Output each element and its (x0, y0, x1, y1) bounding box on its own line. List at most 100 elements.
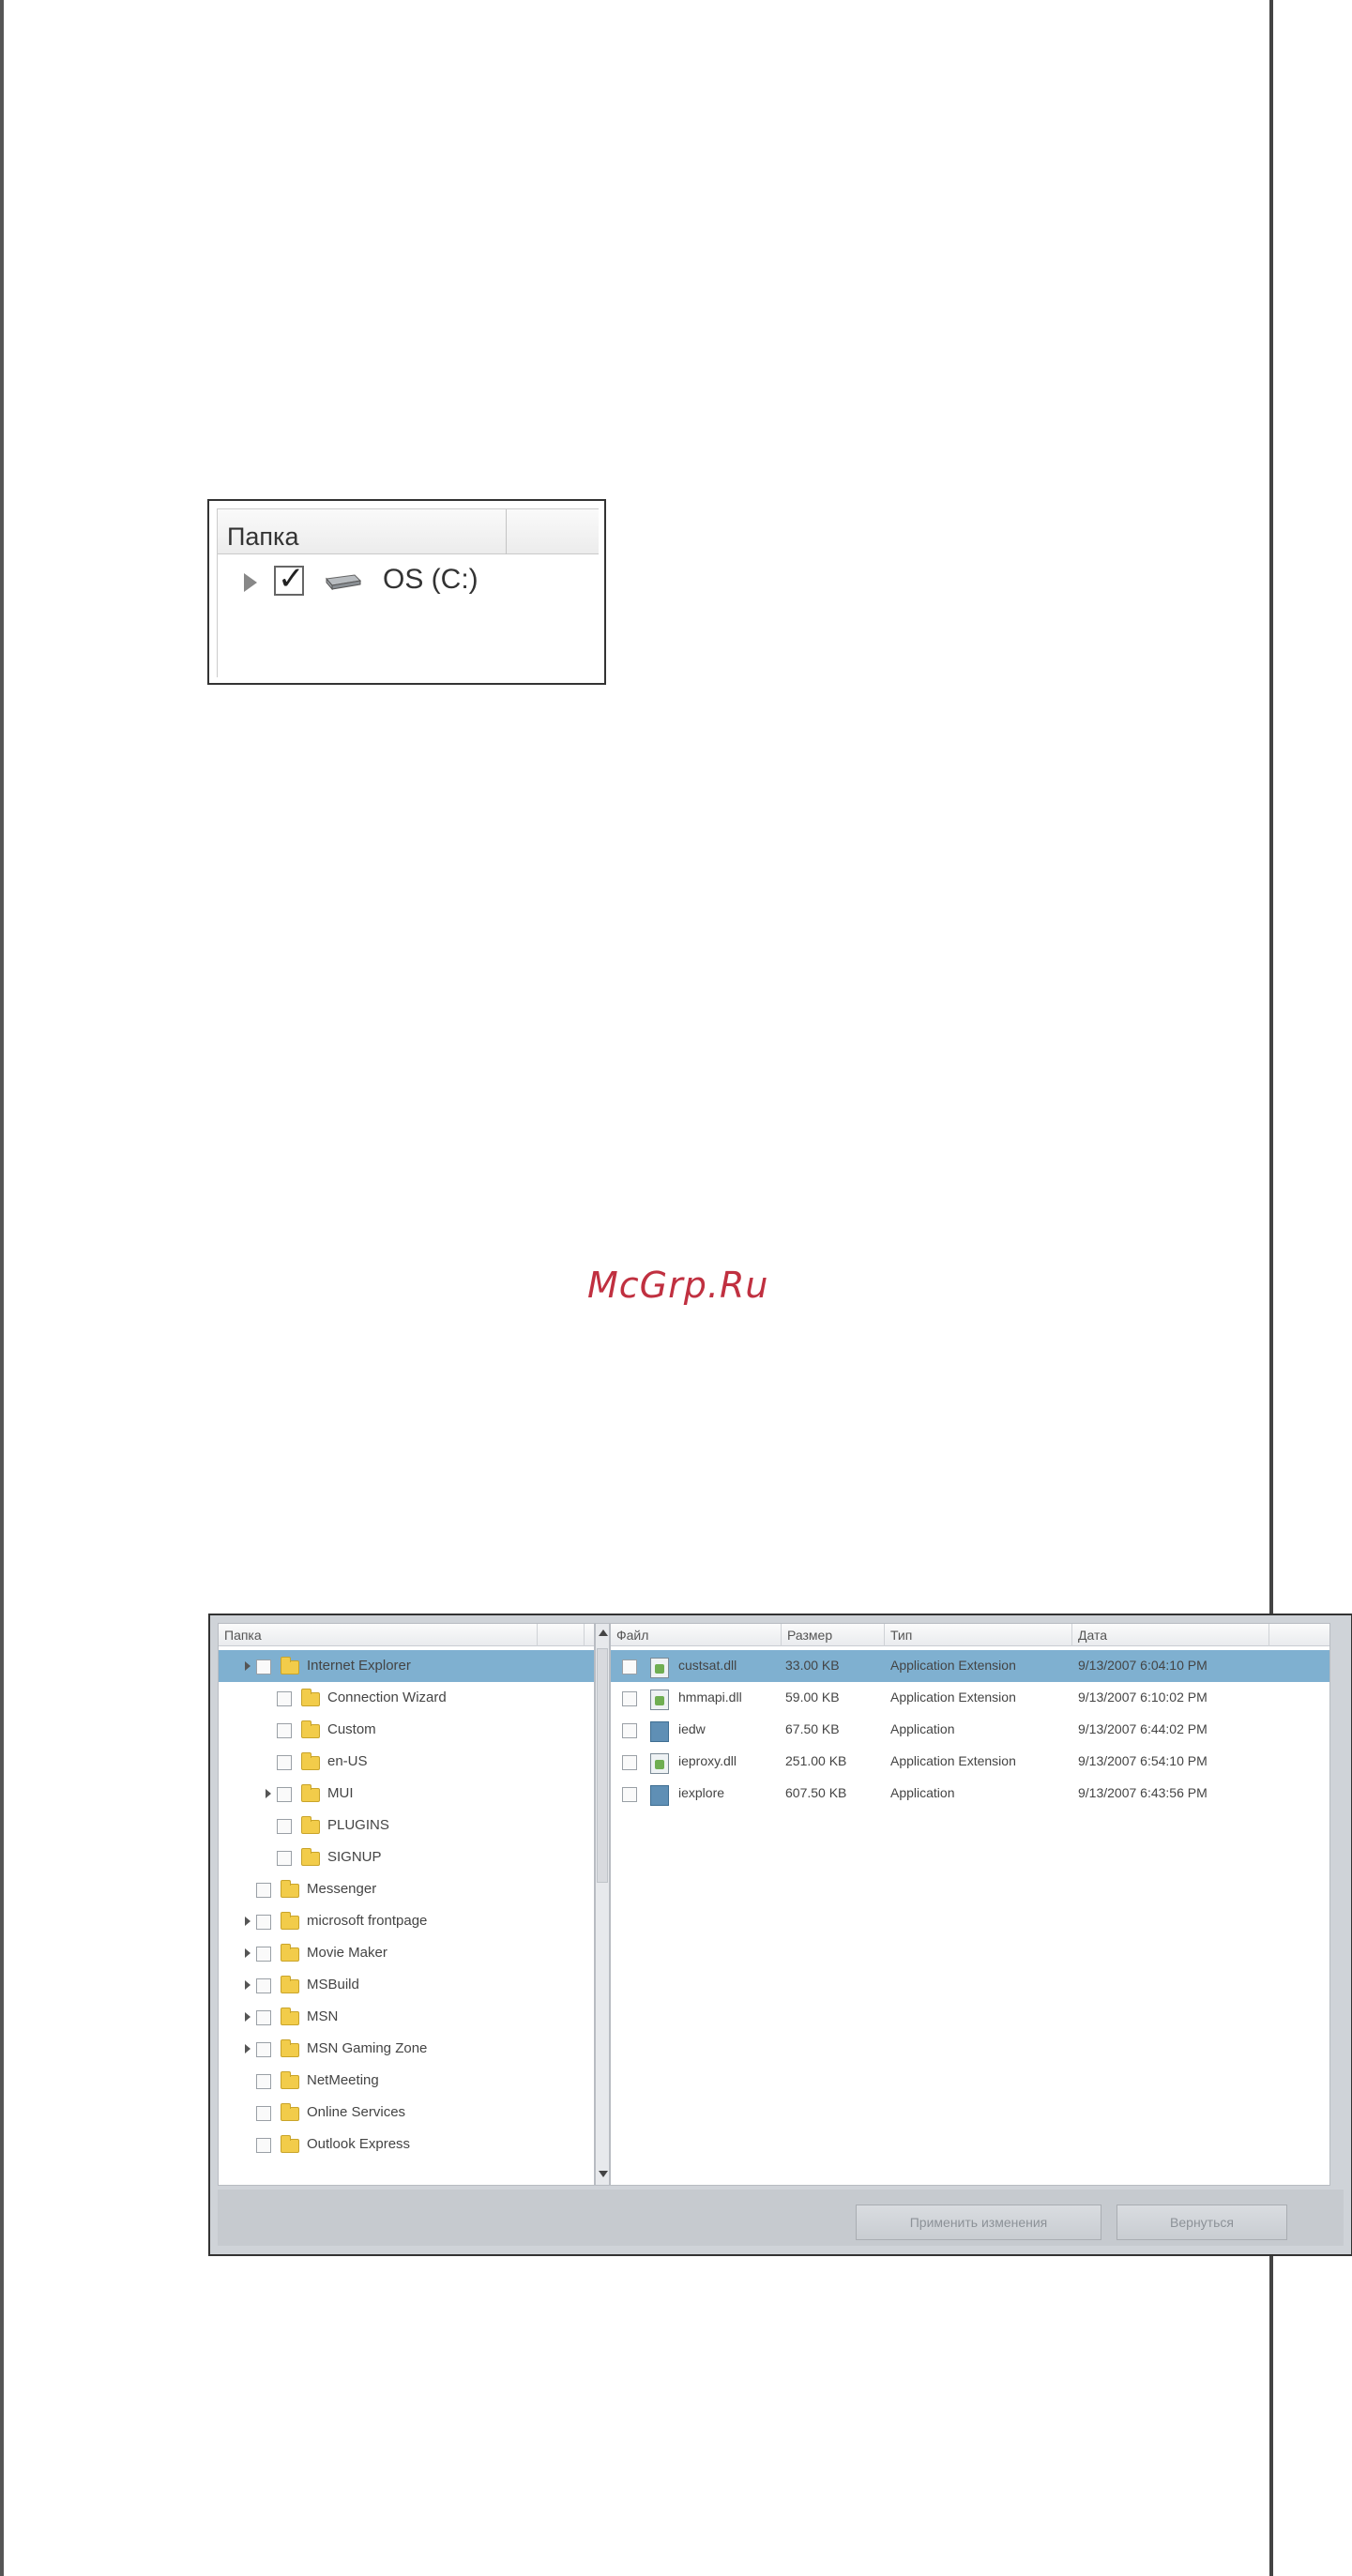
expand-arrow-icon[interactable] (266, 1789, 271, 1798)
folder-tree-pane: Папка Internet Explorer Connection Wizard… (218, 1623, 595, 2186)
type-header-cell[interactable]: Тип (885, 1624, 1072, 1646)
file-row[interactable]: iedw 67.50 KB Application 9/13/2007 6:44:02… (611, 1714, 1329, 1746)
file-type: Application Extension (890, 1658, 1016, 1673)
application-icon (650, 1721, 669, 1742)
folder-icon (281, 2103, 299, 2121)
tree-item-checkbox[interactable] (256, 2010, 271, 2025)
checkmark-icon: ✓ (278, 560, 305, 598)
file-checkbox[interactable] (622, 1787, 637, 1802)
watermark: McGrp.Ru (587, 1265, 769, 1306)
drive-checkbox[interactable]: ✓ (274, 560, 305, 598)
tree-item[interactable]: MSN (219, 2001, 594, 2033)
expand-arrow-icon[interactable] (244, 573, 257, 592)
tree-item[interactable]: MSBuild (219, 1969, 594, 2001)
tree-item[interactable]: Outlook Express (219, 2129, 594, 2160)
tree-item[interactable]: Custom (219, 1714, 594, 1746)
application-icon (650, 1785, 669, 1806)
tree-item-checkbox[interactable] (256, 2074, 271, 2089)
tree-item-checkbox[interactable] (277, 1819, 292, 1834)
tree-item[interactable]: MUI (219, 1778, 594, 1810)
folder-icon (281, 2071, 299, 2089)
tree-item-label: NetMeeting (307, 2072, 379, 2088)
tree-item-label: MUI (327, 1785, 354, 1801)
tree-item-checkbox[interactable] (256, 2138, 271, 2153)
folder-header-blank[interactable] (538, 1624, 585, 1646)
folder-header-cell[interactable]: Папка (219, 1624, 538, 1646)
folder-header-cell[interactable]: Папка (218, 509, 507, 554)
tree-item[interactable]: Online Services (219, 2097, 594, 2129)
folder-icon (281, 2039, 299, 2057)
folder-icon (301, 1784, 320, 1802)
file-selection-window: Папка Internet Explorer Connection Wizard… (208, 1614, 1352, 2256)
tree-item-checkbox[interactable] (277, 1691, 292, 1706)
scroll-down-icon[interactable] (599, 2171, 608, 2177)
expand-arrow-icon[interactable] (245, 1948, 251, 1958)
file-type: Application (890, 1785, 955, 1800)
file-row[interactable]: custsat.dll 33.00 KB Application Extension… (611, 1650, 1329, 1682)
file-date: 9/13/2007 6:10:02 PM (1078, 1690, 1208, 1705)
tree-item-checkbox[interactable] (256, 1947, 271, 1962)
tree-item-label: microsoft frontpage (307, 1913, 428, 1929)
size-header-cell[interactable]: Размер (782, 1624, 885, 1646)
file-checkbox[interactable] (622, 1755, 637, 1770)
file-row[interactable]: iexplore 607.50 KB Application 9/13/2007 6:… (611, 1778, 1329, 1810)
expand-arrow-icon[interactable] (245, 2012, 251, 2022)
tree-item[interactable]: MSN Gaming Zone (219, 2033, 594, 2065)
file-name: ieproxy.dll (678, 1753, 737, 1768)
expand-arrow-icon[interactable] (245, 1917, 251, 1926)
folder-icon (301, 1848, 320, 1866)
expand-arrow-icon[interactable] (245, 2044, 251, 2053)
tree-item-label: MSN (307, 2008, 339, 2024)
tree-item-label: en-US (327, 1753, 368, 1769)
tree-item-checkbox[interactable] (256, 1978, 271, 1993)
size-header-label: Размер (787, 1628, 833, 1643)
file-header-cell[interactable]: Файл (611, 1624, 782, 1646)
file-date: 9/13/2007 6:43:56 PM (1078, 1785, 1208, 1800)
tree-item-label: PLUGINS (327, 1817, 389, 1833)
file-name: custsat.dll (678, 1658, 737, 1673)
date-header-cell[interactable]: Дата (1072, 1624, 1269, 1646)
tree-item-checkbox[interactable] (277, 1851, 292, 1866)
tree-item-label: Movie Maker (307, 1945, 387, 1961)
file-checkbox[interactable] (622, 1723, 637, 1738)
folder-panel-inner: Папка ✓ OS (C:) (217, 508, 599, 677)
dll-file-icon (650, 1690, 669, 1710)
dll-file-icon (650, 1658, 669, 1678)
apply-changes-button[interactable]: Применить изменения (856, 2205, 1101, 2240)
tree-item[interactable]: PLUGINS (219, 1810, 594, 1841)
tree-item[interactable]: Messenger (219, 1873, 594, 1905)
tree-item[interactable]: en-US (219, 1746, 594, 1778)
tree-item-checkbox[interactable] (277, 1755, 292, 1770)
drive-row[interactable]: ✓ OS (C:) (218, 560, 599, 598)
tree-item[interactable]: SIGNUP (219, 1841, 594, 1873)
tree-item-checkbox[interactable] (256, 1883, 271, 1898)
tree-item-checkbox[interactable] (256, 1659, 271, 1674)
folder-icon (281, 2008, 299, 2025)
tree-item-checkbox[interactable] (256, 2042, 271, 2057)
tree-item-checkbox[interactable] (256, 2106, 271, 2121)
file-row[interactable]: ieproxy.dll 251.00 KB Application Extensio… (611, 1746, 1329, 1778)
folder-icon (301, 1816, 320, 1834)
scroll-thumb[interactable] (597, 1648, 608, 1883)
tree-item[interactable]: Movie Maker (219, 1937, 594, 1969)
file-checkbox[interactable] (622, 1691, 637, 1706)
tree-item[interactable]: NetMeeting (219, 2065, 594, 2097)
tree-scrollbar[interactable] (595, 1623, 610, 2186)
tree-item-label: MSN Gaming Zone (307, 2040, 428, 2056)
page-edge-left (0, 0, 4, 2576)
tree-item[interactable]: Connection Wizard (219, 1682, 594, 1714)
scroll-up-icon[interactable] (599, 1629, 608, 1636)
tree-item[interactable]: microsoft frontpage (219, 1905, 594, 1937)
tree-item-checkbox[interactable] (277, 1787, 292, 1802)
tree-item-label: Messenger (307, 1881, 377, 1897)
folder-header-label: Папка (227, 523, 299, 551)
tree-item[interactable]: Internet Explorer (219, 1650, 594, 1682)
folder-header-label: Папка (224, 1628, 262, 1643)
tree-item-checkbox[interactable] (256, 1915, 271, 1930)
expand-arrow-icon[interactable] (245, 1980, 251, 1990)
expand-arrow-icon[interactable] (245, 1661, 251, 1671)
back-button[interactable]: Вернуться (1117, 2205, 1287, 2240)
tree-item-checkbox[interactable] (277, 1723, 292, 1738)
file-checkbox[interactable] (622, 1659, 637, 1674)
file-row[interactable]: hmmapi.dll 59.00 KB Application Extension 9… (611, 1682, 1329, 1714)
